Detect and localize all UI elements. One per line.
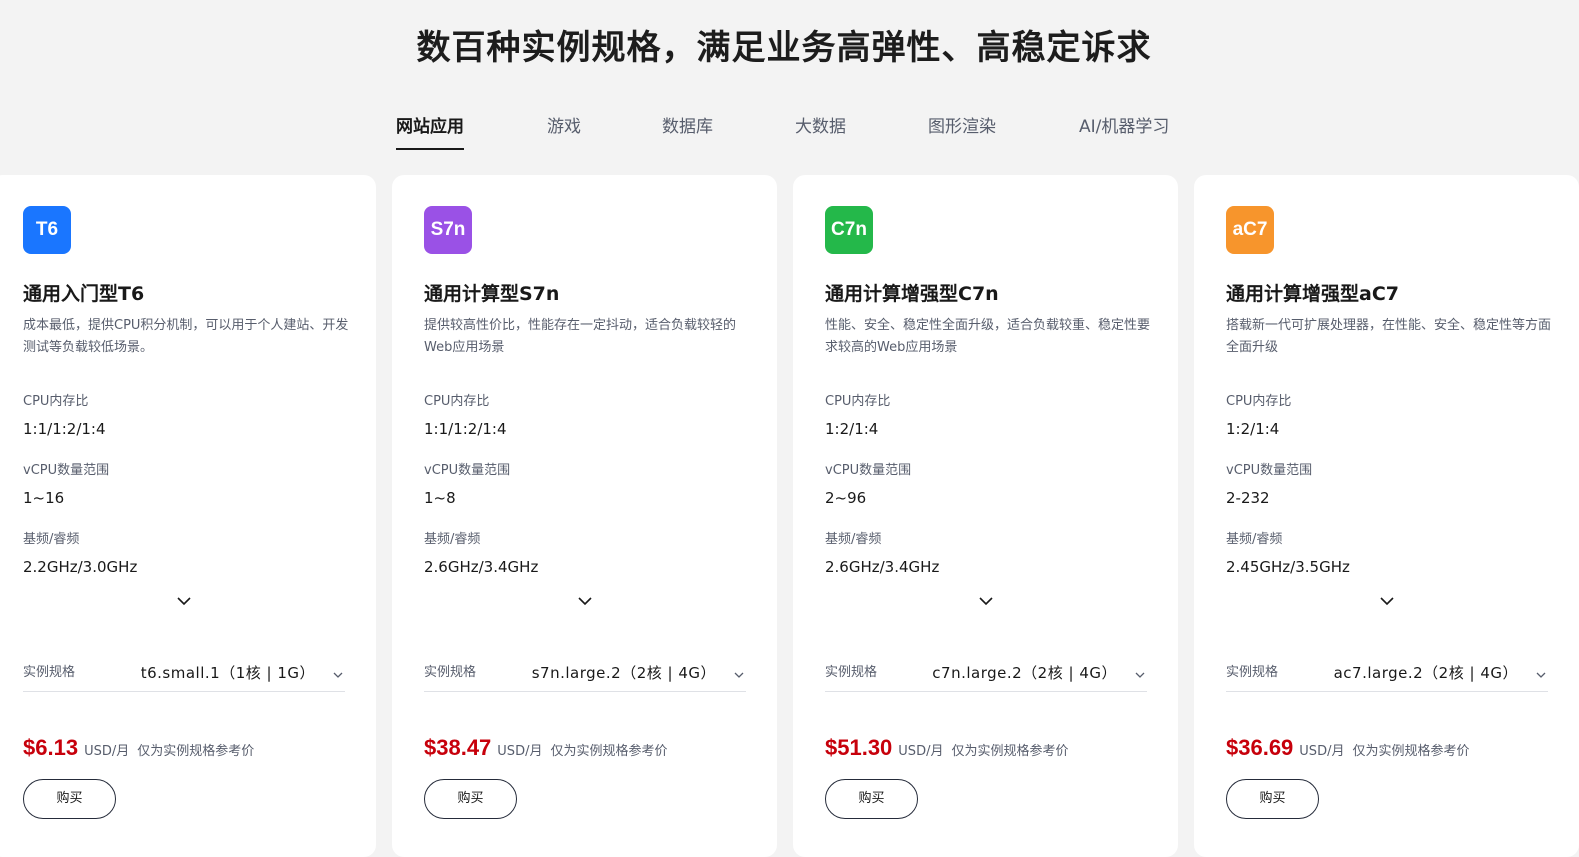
- vcpu-range-label: vCPU数量范围: [1226, 463, 1313, 478]
- tab-graphics-rendering[interactable]: 图形渲染: [928, 112, 996, 142]
- instance-badge: C7n: [825, 206, 873, 254]
- cpu-ratio-value: 1:2/1:4: [1226, 420, 1280, 438]
- cpu-ratio-value: 1:1/1:2/1:4: [424, 420, 507, 438]
- instance-badge: T6: [23, 206, 71, 254]
- tab-web-apps[interactable]: 网站应用: [396, 112, 464, 150]
- frequency-label: 基频/睿频: [825, 532, 882, 547]
- card-title: 通用计算增强型aC7: [1226, 283, 1399, 305]
- cpu-ratio-label: CPU内存比: [825, 394, 891, 409]
- instance-spec-value: c7n.large.2（2核 | 4G）: [932, 664, 1117, 682]
- vcpu-range-value: 2~96: [825, 489, 867, 507]
- tab-database[interactable]: 数据库: [662, 112, 713, 142]
- instance-badge: S7n: [424, 206, 472, 254]
- frequency-value: 2.6GHz/3.4GHz: [825, 558, 940, 576]
- price-unit: USD/月: [84, 744, 130, 759]
- card-description: 成本最低，提供CPU积分机制，可以用于个人建站、开发测试等负载较低场景。: [23, 318, 349, 355]
- vcpu-range-label: vCPU数量范围: [825, 463, 912, 478]
- price-row: $6.13 USD/月 仅为实例规格参考价: [23, 735, 254, 765]
- instance-spec-value: t6.small.1（1核 | 1G）: [140, 664, 315, 682]
- price-value: $51.30: [825, 735, 893, 760]
- instance-spec-label: 实例规格: [825, 665, 878, 680]
- vcpu-range-value: 1~16: [23, 489, 65, 507]
- frequency-label: 基频/睿频: [23, 532, 80, 547]
- buy-button[interactable]: 购买: [23, 779, 116, 819]
- card-title: 通用计算增强型C7n: [825, 283, 999, 305]
- instance-spec-select[interactable]: 实例规格 s7n.large.2（2核 | 4G）: [424, 661, 746, 692]
- price-value: $38.47: [424, 735, 492, 760]
- chevron-down-icon: [1534, 666, 1548, 678]
- cpu-ratio-value: 1:1/1:2/1:4: [23, 420, 106, 438]
- card-title: 通用计算型S7n: [424, 283, 560, 305]
- buy-button[interactable]: 购买: [1226, 779, 1319, 819]
- frequency-value: 2.2GHz/3.0GHz: [23, 558, 138, 576]
- instance-badge: aC7: [1226, 206, 1274, 254]
- vcpu-range-value: 1~8: [424, 489, 456, 507]
- tab-games[interactable]: 游戏: [547, 112, 581, 142]
- card-description: 提供较高性价比，性能存在一定抖动，适合负载较轻的Web应用场景: [424, 318, 737, 355]
- cpu-ratio-label: CPU内存比: [23, 394, 89, 409]
- frequency-label: 基频/睿频: [424, 532, 481, 547]
- vcpu-range-label: vCPU数量范围: [23, 463, 110, 478]
- instance-card-ac7: aC7 通用计算增强型aC7 搭载新一代可扩展处理器，在性能、安全、稳定性等方面…: [1194, 175, 1579, 857]
- expand-chevron-down-icon[interactable]: [173, 592, 195, 610]
- expand-chevron-down-icon[interactable]: [1376, 592, 1398, 610]
- frequency-value: 2.6GHz/3.4GHz: [424, 558, 539, 576]
- chevron-down-icon: [732, 666, 746, 678]
- cpu-ratio-label: CPU内存比: [424, 394, 490, 409]
- expand-chevron-down-icon[interactable]: [975, 592, 997, 610]
- cpu-ratio-value: 1:2/1:4: [825, 420, 879, 438]
- price-unit: USD/月: [898, 744, 944, 759]
- price-unit: USD/月: [1299, 744, 1345, 759]
- tab-big-data[interactable]: 大数据: [795, 112, 846, 142]
- price-row: $36.69 USD/月 仅为实例规格参考价: [1226, 735, 1469, 765]
- buy-button[interactable]: 购买: [424, 779, 517, 819]
- instance-card-t6: T6 通用入门型T6 成本最低，提供CPU积分机制，可以用于个人建站、开发测试等…: [0, 175, 376, 857]
- instance-spec-label: 实例规格: [1226, 665, 1279, 680]
- card-title: 通用入门型T6: [23, 283, 145, 305]
- page-title: 数百种实例规格，满足业务高弹性、高稳定诉求: [416, 28, 1152, 68]
- price-unit: USD/月: [497, 744, 543, 759]
- cpu-ratio-label: CPU内存比: [1226, 394, 1292, 409]
- instance-spec-select[interactable]: 实例规格 t6.small.1（1核 | 1G）: [23, 661, 345, 692]
- frequency-label: 基频/睿频: [1226, 532, 1283, 547]
- buy-button[interactable]: 购买: [825, 779, 918, 819]
- instance-spec-value: s7n.large.2（2核 | 4G）: [531, 664, 716, 682]
- chevron-down-icon: [1133, 666, 1147, 678]
- price-value: $36.69: [1226, 735, 1294, 760]
- instance-spec-label: 实例规格: [23, 665, 76, 680]
- price-note: 仅为实例规格参考价: [951, 744, 1069, 759]
- vcpu-range-value: 2-232: [1226, 489, 1270, 507]
- instance-spec-value: ac7.large.2（2核 | 4G）: [1333, 664, 1518, 682]
- price-row: $51.30 USD/月 仅为实例规格参考价: [825, 735, 1068, 765]
- tab-ai-ml[interactable]: AI/机器学习: [1079, 112, 1169, 142]
- chevron-down-icon: [331, 666, 345, 678]
- price-note: 仅为实例规格参考价: [1352, 744, 1470, 759]
- card-description: 性能、安全、稳定性全面升级，适合负载较重、稳定性要求较高的Web应用场景: [825, 318, 1151, 355]
- category-tabs: 网站应用 游戏 数据库 大数据 图形渲染 AI/机器学习: [0, 112, 1568, 152]
- instance-spec-select[interactable]: 实例规格 c7n.large.2（2核 | 4G）: [825, 661, 1147, 692]
- price-row: $38.47 USD/月 仅为实例规格参考价: [424, 735, 667, 765]
- card-description: 搭载新一代可扩展处理器，在性能、安全、稳定性等方面全面升级: [1226, 318, 1552, 355]
- instance-card-s7n: S7n 通用计算型S7n 提供较高性价比，性能存在一定抖动，适合负载较轻的Web…: [392, 175, 777, 857]
- price-value: $6.13: [23, 735, 79, 760]
- price-note: 仅为实例规格参考价: [137, 744, 255, 759]
- instance-spec-label: 实例规格: [424, 665, 477, 680]
- expand-chevron-down-icon[interactable]: [574, 592, 596, 610]
- vcpu-range-label: vCPU数量范围: [424, 463, 511, 478]
- price-note: 仅为实例规格参考价: [550, 744, 668, 759]
- instance-spec-select[interactable]: 实例规格 ac7.large.2（2核 | 4G）: [1226, 661, 1548, 692]
- instance-card-c7n: C7n 通用计算增强型C7n 性能、安全、稳定性全面升级，适合负载较重、稳定性要…: [793, 175, 1178, 857]
- frequency-value: 2.45GHz/3.5GHz: [1226, 558, 1350, 576]
